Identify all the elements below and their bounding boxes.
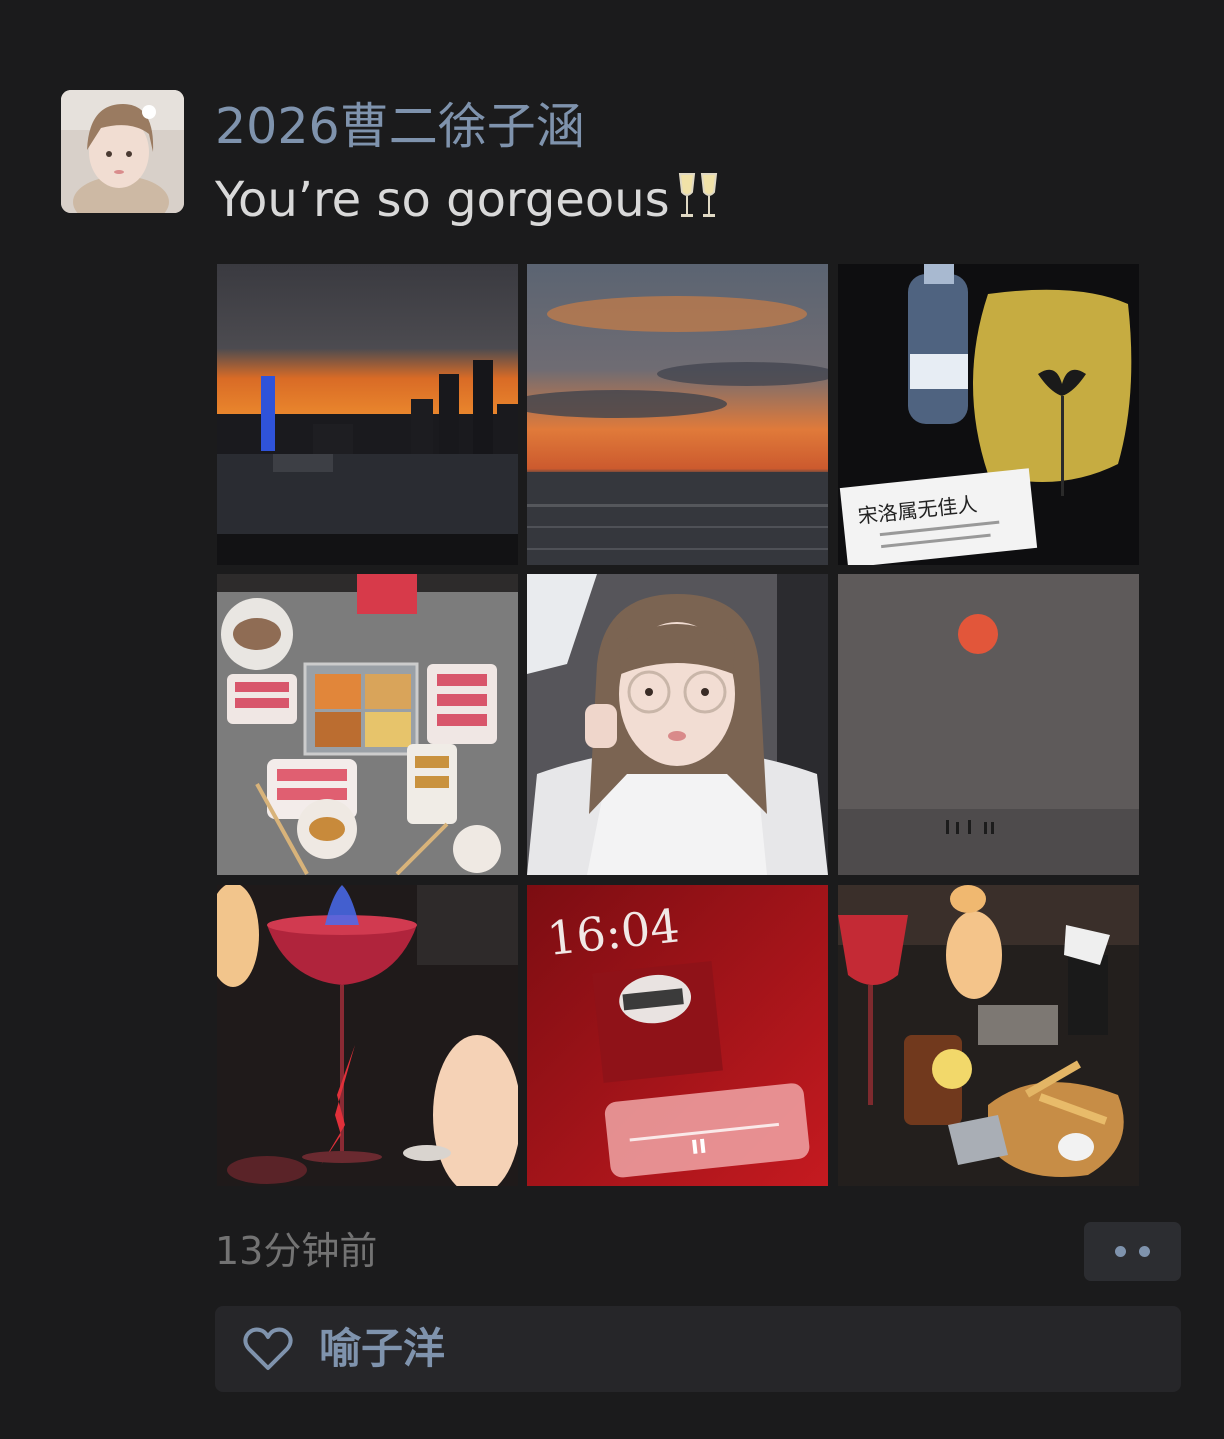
photo-grid: 宋洛属无佳人 16:04 [217,264,1141,1188]
likes-bar: 喻子洋 [215,1306,1181,1392]
photo-cocktail-card[interactable]: 宋洛属无佳人 [838,264,1139,565]
heart-icon [243,1326,293,1376]
more-actions-button[interactable] [1084,1222,1181,1281]
photo-hotpot-spread[interactable] [217,574,518,875]
photo-city-skyline-sunset[interactable] [217,264,518,565]
photo-selfie-car[interactable] [527,574,828,875]
photo-bar-table[interactable] [838,885,1139,1186]
author-avatar[interactable] [61,90,184,213]
liker-name[interactable]: 喻子洋 [319,1320,445,1378]
photo-phone-lockscreen[interactable]: 16:04 [527,885,828,1186]
post-timestamp: 13分钟前 [215,1229,378,1273]
more-dot-icon [1139,1246,1150,1257]
more-dot-icon [1115,1246,1126,1257]
photo-sea-sunset[interactable] [527,264,828,565]
post-text-content: You’re so gorgeous [215,172,670,228]
author-name[interactable]: 2026曹二徐子涵 [215,96,585,158]
photo-flaming-cocktail[interactable] [217,885,518,1186]
photo-red-sun-beach[interactable] [838,574,1139,875]
avatar-image [61,90,184,213]
champagne-glasses-icon [676,170,720,238]
post-text: You’re so gorgeous [215,168,720,232]
